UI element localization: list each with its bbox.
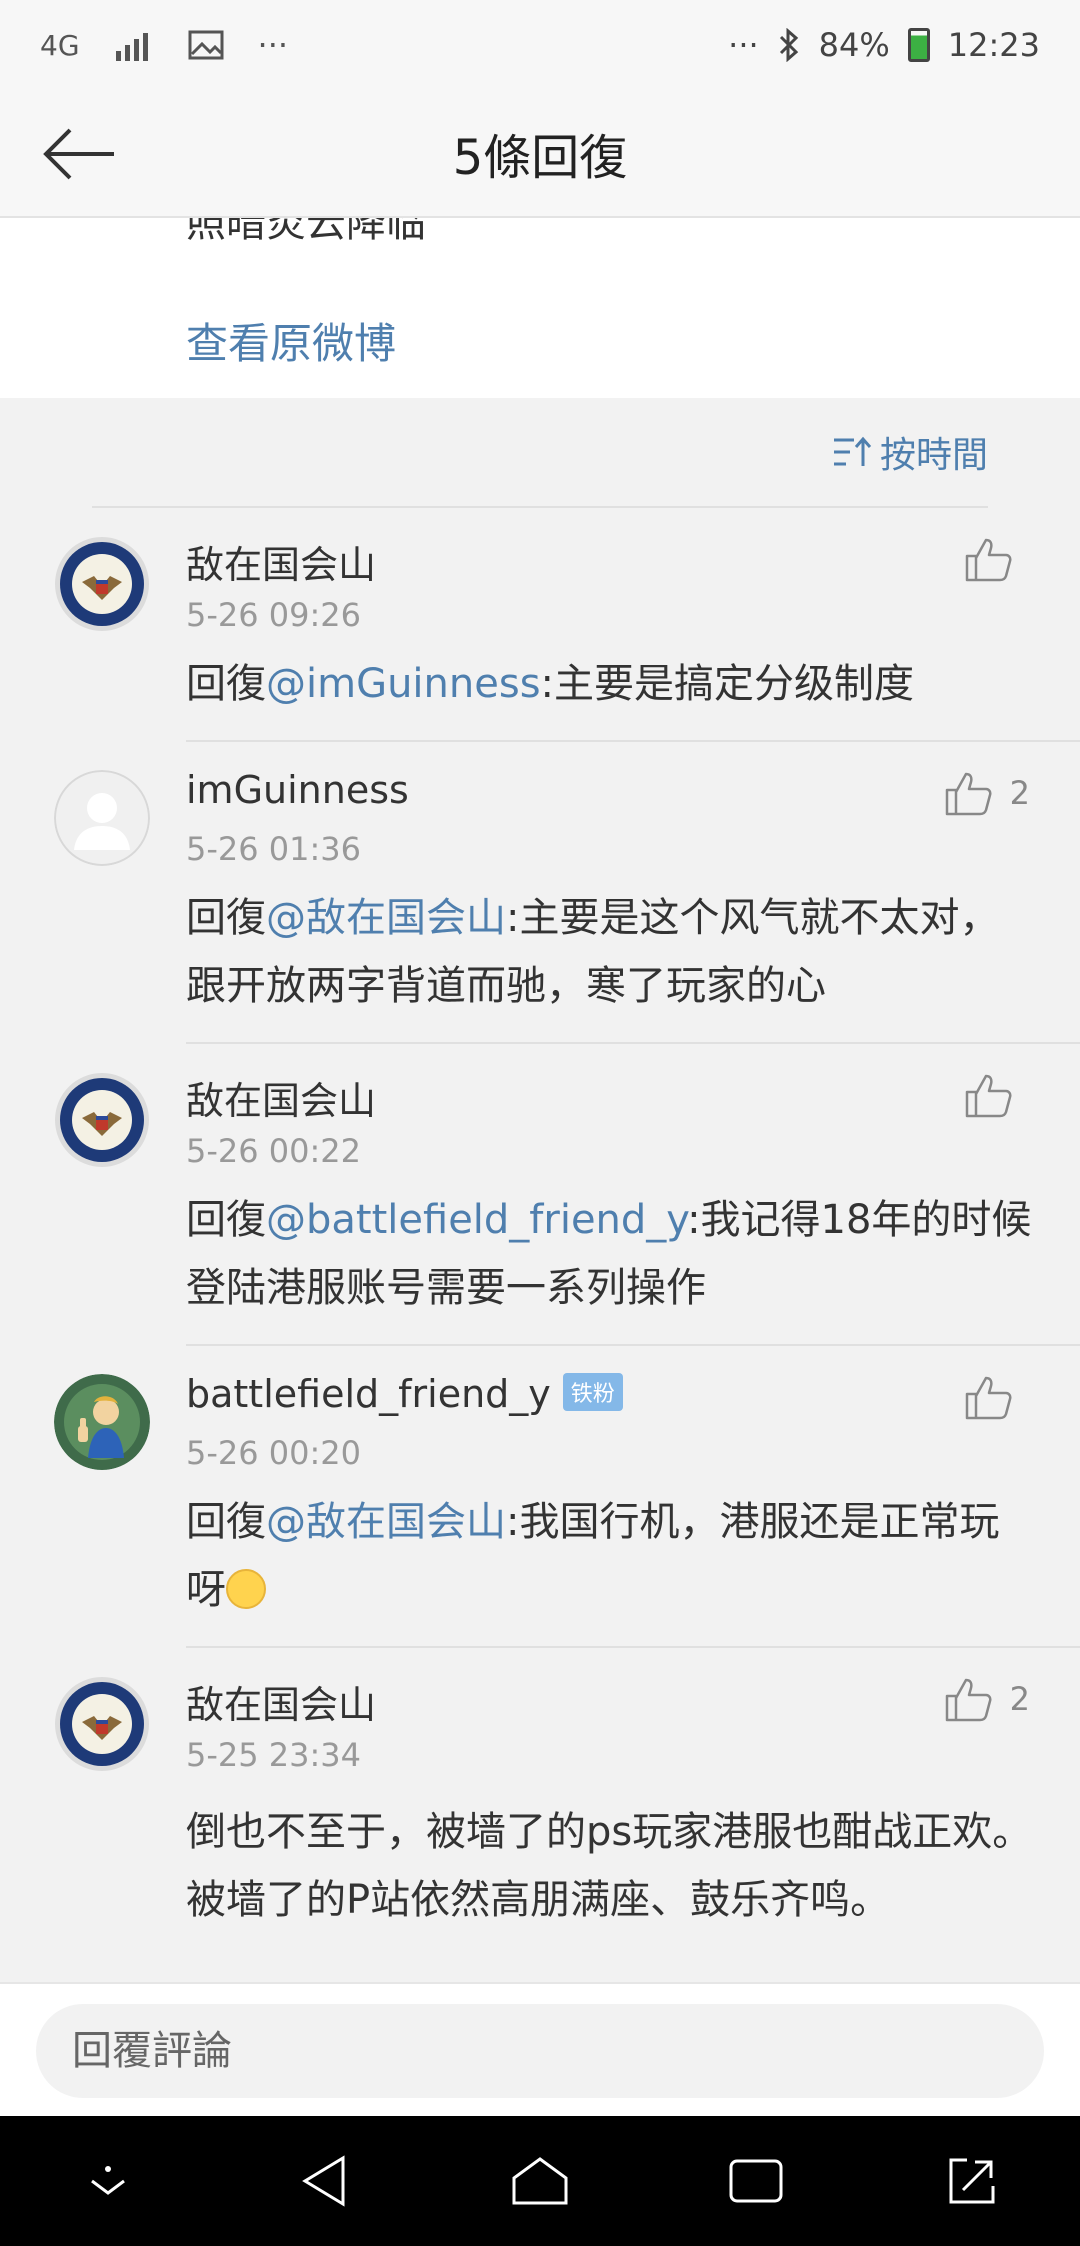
status-left: 4G ··· [40,26,728,64]
comment-time: 5-26 00:20 [186,1434,362,1472]
battery-icon [907,28,930,62]
comment-item: 敌在国会山 5-26 09:26 回復@imGuinness:主要是搞定分级制度 [0,508,1080,742]
reply-comment-input[interactable] [36,2004,1044,2098]
reply-prefix: 回復 [186,895,266,941]
fan-badge: 铁粉 [562,1373,623,1411]
recents-icon [729,2159,783,2203]
signal-icon [115,33,148,61]
like-button[interactable]: 2 [944,770,1030,816]
comment-item: 敌在国会山 5-26 00:22 回復@battlefield_friend_y… [0,1044,1080,1346]
comment-body: 回復@imGuinness:主要是搞定分级制度 [186,650,1036,718]
reply-prefix: 回復 [186,661,266,707]
back-arrow-icon [43,128,114,180]
nav-home-button[interactable] [495,2136,585,2226]
more-notifications-icon: ··· [257,26,289,64]
default-user-avatar [54,770,150,866]
comment-time: 5-26 00:22 [186,1132,362,1170]
comment-item: 敌在国会山 5-25 23:34 2 倒也不至于，被墙了的ps玩家港服也酣战正欢… [0,1648,1080,1982]
mention-link[interactable]: @battlefield_friend_y [266,1197,687,1243]
like-button[interactable]: 2 [944,1676,1030,1722]
comment-username[interactable]: 敌在国会山 [186,1674,376,1729]
status-right: ··· 84% 12:23 [728,26,1040,64]
back-button[interactable] [38,112,122,196]
thumbs-up-icon [965,1376,1012,1420]
image-notification-icon [188,30,224,60]
status-bar: 4G ··· ··· 84% 12:23 [0,0,1080,90]
congress-seal-avatar [55,1073,149,1167]
like-button[interactable] [964,536,1030,582]
comment-username[interactable]: 敌在国会山 [186,1070,376,1125]
system-navigation-bar [0,2116,1080,2246]
original-post-card: 照暗炎云降临 查看原微博 [0,218,1080,398]
like-button[interactable] [964,1374,1030,1420]
mention-link[interactable]: @敌在国会山 [266,1499,506,1545]
more-status-icon: ··· [728,26,759,64]
comment-text: :主要是搞定分级制度 [540,661,915,707]
avatar[interactable] [54,1072,150,1168]
thumbs-up-icon [945,1678,992,1722]
vault-boy-avatar [54,1374,150,1470]
sort-by-time-button[interactable]: 按時間 [832,426,988,478]
comment-body: 回復@敌在国会山:主要是这个风气就不太对，跟开放两字背道而驰，寒了玩家的心 [186,884,1036,1020]
comment-time: 5-26 09:26 [186,596,362,634]
reply-bar [0,1982,1080,2116]
chevron-down-icon [91,2166,125,2195]
like-button[interactable] [964,1072,1030,1118]
battery-percent: 84% [818,26,890,64]
nav-header: 5條回復 [0,90,1080,218]
expand-icon [949,2158,995,2204]
thinking-emoji-icon [226,1569,266,1609]
congress-seal-avatar [55,537,149,631]
comment-time: 5-26 01:36 [186,830,362,868]
comment-body: 回復@敌在国会山:我国行机，港服还是正常玩呀 [186,1488,1036,1624]
mention-link[interactable]: @imGuinness [266,661,541,707]
sort-label: 按時間 [879,435,988,476]
triangle-back-icon [302,2155,345,2207]
page-title: 5條回復 [452,130,628,186]
congress-seal-avatar [55,1677,149,1771]
avatar[interactable] [54,770,150,866]
view-original-link[interactable]: 查看原微博 [186,310,396,371]
sort-icon [833,436,872,466]
network-indicator: 4G [40,28,80,62]
like-count: 2 [1009,774,1030,812]
comment-item: battlefield_friend_y 铁粉 5-26 00:20 回復@敌在国… [0,1346,1080,1648]
nav-recents-button[interactable] [711,2136,801,2226]
avatar[interactable] [54,536,150,632]
sort-row: 按時間 [92,398,988,508]
original-post-text: 照暗炎云降临 [186,218,426,246]
comment-username[interactable]: battlefield_friend_y 铁粉 [186,1372,623,1416]
clock: 12:23 [947,26,1040,64]
home-icon [512,2157,568,2205]
comment-item: imGuinness 5-26 01:36 2 回復@敌在国会山:主要是这个风气… [0,742,1080,1044]
comment-body: 倒也不至于，被墙了的ps玩家港服也酣战正欢。被墙了的P站依然高朋满座、鼓乐齐鸣。 [186,1809,1033,1923]
comment-time: 5-25 23:34 [186,1736,362,1774]
thumbs-up-icon [965,1074,1012,1118]
nav-expand-button[interactable] [927,2136,1017,2226]
comment-username[interactable]: imGuinness [186,768,409,812]
reply-prefix: 回復 [186,1499,266,1545]
avatar[interactable] [54,1374,150,1470]
username-text: battlefield_friend_y [186,1372,551,1416]
like-count: 2 [1009,1680,1030,1718]
hide-nav-button[interactable] [63,2136,153,2226]
thumbs-up-icon [945,772,992,816]
mention-link[interactable]: @敌在国会山 [266,895,506,941]
nav-back-button[interactable] [279,2136,369,2226]
bluetooth-icon [779,28,798,62]
thumbs-up-icon [965,538,1012,582]
comment-body: 回復@battlefield_friend_y:我记得18年的时候登陆港服账号需… [186,1186,1036,1322]
avatar[interactable] [54,1676,150,1772]
comment-username[interactable]: 敌在国会山 [186,534,376,589]
reply-prefix: 回復 [186,1197,266,1243]
